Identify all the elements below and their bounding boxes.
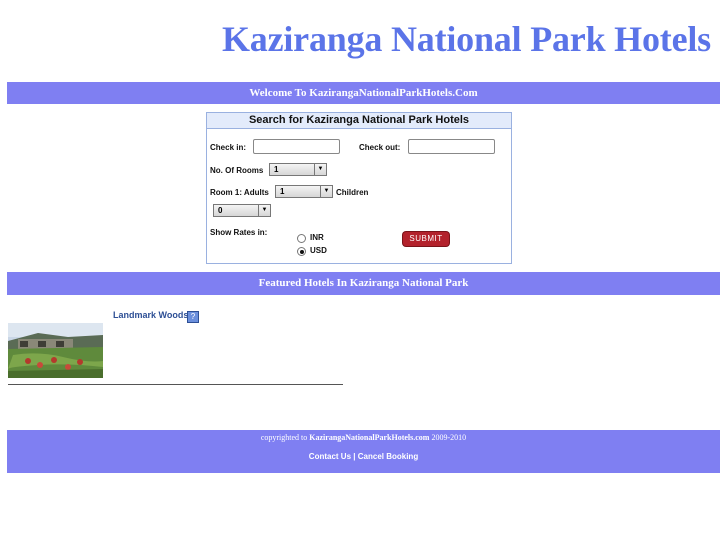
room1-adults-label: Room 1: Adults bbox=[210, 188, 269, 197]
children-select[interactable]: 0 ▼ bbox=[213, 204, 271, 217]
children-select-value: 0 bbox=[218, 206, 223, 215]
contact-us-link[interactable]: Contact Us bbox=[309, 452, 351, 461]
submit-button[interactable]: SUBMIT bbox=[403, 232, 449, 246]
checkout-input[interactable] bbox=[408, 139, 495, 154]
cancel-booking-link[interactable]: Cancel Booking bbox=[358, 452, 418, 461]
checkin-input[interactable] bbox=[253, 139, 340, 154]
rooms-label: No. Of Rooms bbox=[210, 166, 264, 175]
usd-label: USD bbox=[310, 246, 327, 255]
featured-hotels-bar: Featured Hotels In Kaziranga National Pa… bbox=[7, 272, 720, 295]
inr-radio[interactable] bbox=[297, 234, 306, 243]
inr-label: INR bbox=[310, 233, 324, 242]
info-icon[interactable]: ? bbox=[187, 311, 199, 323]
copyright-text: copyrighted to KazirangaNationalParkHote… bbox=[7, 433, 720, 442]
children-label: Children bbox=[336, 188, 369, 197]
hotel-photo[interactable] bbox=[8, 323, 103, 378]
search-heading: Search for Kaziranga National Park Hotel… bbox=[207, 113, 511, 129]
adults-select[interactable]: 1 ▼ bbox=[275, 185, 333, 198]
welcome-bar: Welcome To KazirangaNationalParkHotels.C… bbox=[7, 82, 720, 104]
copyright-prefix: copyrighted to bbox=[260, 433, 308, 442]
footer-links: Contact Us | Cancel Booking bbox=[7, 452, 720, 461]
checkin-label: Check in: bbox=[210, 143, 247, 152]
adults-select-value: 1 bbox=[280, 187, 285, 196]
rates-label: Show Rates in: bbox=[210, 228, 268, 237]
copyright-site: KazirangaNationalParkHotels.com bbox=[309, 433, 430, 442]
divider bbox=[8, 384, 343, 385]
hotel-link-landmark-woods[interactable]: Landmark Woods bbox=[113, 310, 188, 320]
chevron-down-icon: ▼ bbox=[314, 164, 326, 175]
footer-separator: | bbox=[353, 452, 356, 461]
rooms-select[interactable]: 1 ▼ bbox=[269, 163, 327, 176]
page-title: Kaziranga National Park Hotels bbox=[222, 19, 711, 59]
rooms-select-value: 1 bbox=[274, 165, 279, 174]
chevron-down-icon: ▼ bbox=[320, 186, 332, 197]
usd-radio[interactable] bbox=[297, 247, 306, 256]
chevron-down-icon: ▼ bbox=[258, 205, 270, 216]
hotel-search-form: Search for Kaziranga National Park Hotel… bbox=[206, 112, 512, 264]
footer: copyrighted to KazirangaNationalParkHote… bbox=[7, 430, 720, 473]
checkout-label: Check out: bbox=[359, 143, 401, 152]
copyright-years: 2009-2010 bbox=[431, 433, 467, 442]
